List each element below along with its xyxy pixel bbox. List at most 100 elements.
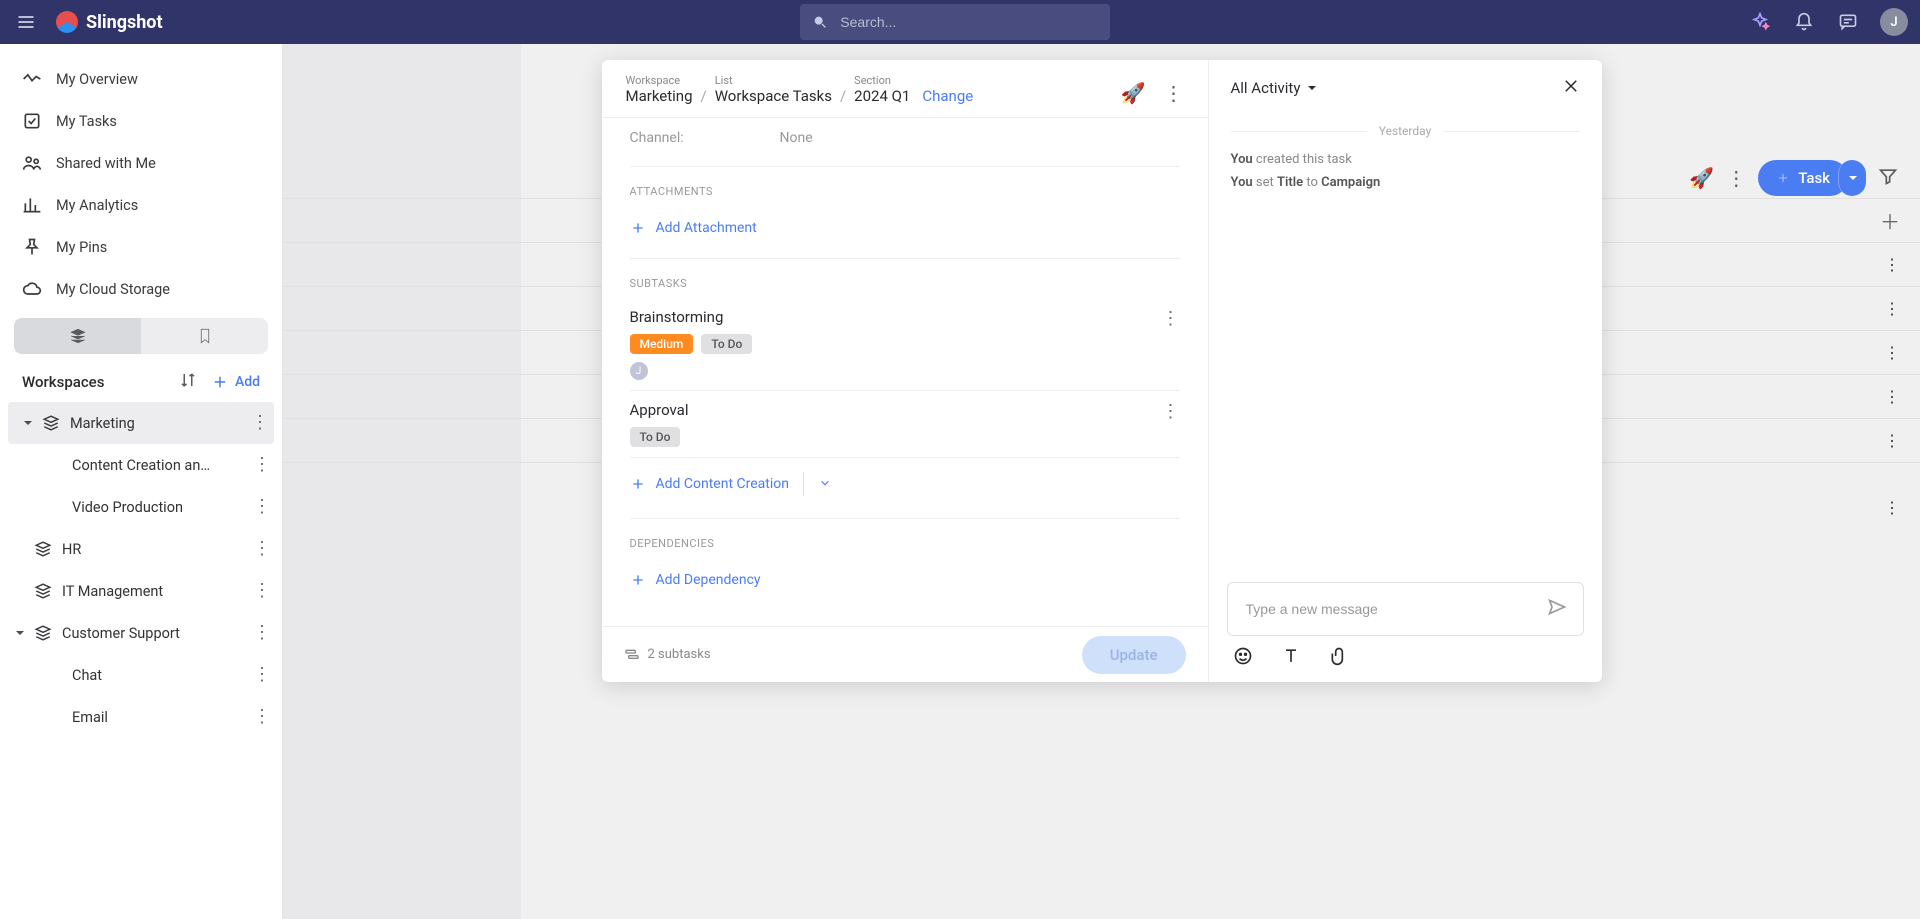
nav-my-cloud-storage[interactable]: My Cloud Storage [0,268,282,310]
nav-label: Shared with Me [56,155,156,172]
workspaces-title: Workspaces [22,373,104,391]
workspace-label: Email [72,709,252,726]
workspace-label: HR [62,541,252,558]
nav-label: My Overview [56,71,138,88]
nav-label: My Analytics [56,197,138,214]
add-subtask-button[interactable]: Add Content Creation [630,476,789,492]
user-avatar[interactable]: J [1880,8,1908,36]
section-dependencies-label: DEPENDENCIES [630,537,1180,550]
activity-filter-dropdown[interactable]: All Activity [1231,79,1319,97]
workspace-label: Marketing [70,415,250,432]
breadcrumb-workspace[interactable]: Workspace Marketing [626,74,693,105]
add-subtask-dropdown[interactable] [818,475,832,494]
field-label: Channel: [630,130,780,146]
workspace-more-button[interactable]: ⋮ [252,624,272,642]
modal-body[interactable]: Channel: None ATTACHMENTS Add Attachment… [602,118,1208,626]
activity-log: Yesterday You created this task You set … [1209,116,1602,568]
workspaces-tab-bookmarks[interactable] [141,318,268,354]
workspace-item-hr[interactable]: HR ⋮ [0,528,282,570]
subtask-count-label: 2 subtasks [648,647,711,662]
workspace-item-customer-support[interactable]: Customer Support ⋮ [0,612,282,654]
section-attachments-label: ATTACHMENTS [630,185,1180,198]
workspace-more-button[interactable]: ⋮ [252,456,272,474]
subtask-more-button[interactable]: ⋮ [1162,401,1180,422]
workspace-more-button[interactable]: ⋮ [252,498,272,516]
workspace-item-it-management[interactable]: IT Management ⋮ [0,570,282,612]
brand-logo[interactable]: Slingshot [56,11,163,33]
workspace-child-content-creation[interactable]: Content Creation an… ⋮ [0,444,282,486]
workspace-more-button[interactable]: ⋮ [250,414,270,432]
brand-mark-icon [56,11,78,33]
status-chip[interactable]: To Do [630,427,681,447]
nav-shared-with-me[interactable]: Shared with Me [0,142,282,184]
comments-icon[interactable] [1836,10,1860,34]
workspace-more-button[interactable]: ⋮ [252,540,272,558]
notifications-icon[interactable] [1792,10,1816,34]
attach-file-button[interactable] [1329,646,1349,670]
task-modal: Workspace Marketing / List Workspace Tas… [602,60,1602,682]
send-button[interactable] [1547,597,1567,621]
activity-date-separator: Yesterday [1231,124,1580,138]
add-dependency-label: Add Dependency [656,572,761,588]
workspaces-add-button[interactable]: Add [211,373,260,391]
chevron-down-icon[interactable] [22,417,36,429]
workspace-view-toggle [14,318,268,354]
subtask-item[interactable]: Approval To Do ⋮ [630,391,1180,458]
layers-icon [34,540,52,558]
emoji-button[interactable] [1233,646,1253,670]
workspace-more-button[interactable]: ⋮ [252,708,272,726]
subtask-item[interactable]: Brainstorming Medium To Do J ⋮ [630,298,1180,391]
modal-more-button[interactable]: ⋮ [1164,81,1184,105]
status-chip[interactable]: To Do [701,334,752,354]
layers-icon [34,624,52,642]
change-link[interactable]: Change [922,87,973,105]
activity-panel: All Activity Yesterday You created this … [1208,60,1602,682]
ai-sparkle-icon[interactable] [1748,10,1772,34]
update-button[interactable]: Update [1082,636,1186,674]
nav-label: My Pins [56,239,107,256]
subtask-more-button[interactable]: ⋮ [1162,308,1180,329]
subtask-count[interactable]: 2 subtasks [624,647,711,663]
breadcrumb-label: Workspace [626,74,693,87]
workspace-item-marketing[interactable]: Marketing ⋮ [8,402,274,444]
workspace-label: Content Creation an… [72,457,252,474]
workspace-child-email[interactable]: Email ⋮ [0,696,282,738]
menu-button[interactable] [12,8,40,36]
breadcrumb-label: Section [854,74,910,87]
modal-footer: 2 subtasks Update [602,626,1208,682]
chevron-down-icon[interactable] [14,627,28,639]
brand-name: Slingshot [86,12,163,33]
workspace-child-video-production[interactable]: Video Production ⋮ [0,486,282,528]
add-label: Add [235,374,260,390]
global-search[interactable] [800,4,1110,40]
workspace-more-button[interactable]: ⋮ [252,666,272,684]
nav-label: My Tasks [56,113,117,130]
close-button[interactable] [1562,77,1580,99]
workspace-label: Customer Support [62,625,252,642]
rocket-icon[interactable]: 🚀 [1121,81,1146,105]
layers-icon [34,582,52,600]
nav-my-analytics[interactable]: My Analytics [0,184,282,226]
workspaces-sort-button[interactable] [179,371,197,393]
message-composer [1209,568,1602,682]
workspace-label: IT Management [62,583,252,600]
search-input[interactable] [838,13,1098,31]
priority-chip[interactable]: Medium [630,334,694,354]
nav-my-overview[interactable]: My Overview [0,58,282,100]
workspace-child-chat[interactable]: Chat ⋮ [0,654,282,696]
breadcrumb-section[interactable]: Section 2024 Q1 [854,74,910,105]
message-input[interactable] [1244,600,1547,618]
add-dependency-button[interactable]: Add Dependency [630,558,1180,602]
add-attachment-button[interactable]: Add Attachment [630,206,1180,250]
breadcrumb-list[interactable]: List Workspace Tasks [715,74,832,105]
assignee-avatar[interactable]: J [630,362,648,380]
main-canvas: ＋ ⋮ ⋮ ⋮ ⋮ ⋮ ⋮ 🚀 ⋮ Task [283,44,1920,919]
workspaces-tab-stack[interactable] [14,318,141,354]
format-text-button[interactable] [1281,646,1301,670]
nav-my-tasks[interactable]: My Tasks [0,100,282,142]
layers-icon [42,414,60,432]
workspace-more-button[interactable]: ⋮ [252,582,272,600]
field-value[interactable]: None [780,130,813,146]
nav-my-pins[interactable]: My Pins [0,226,282,268]
workspace-tree: Marketing ⋮ Content Creation an… ⋮ Video… [0,402,282,738]
